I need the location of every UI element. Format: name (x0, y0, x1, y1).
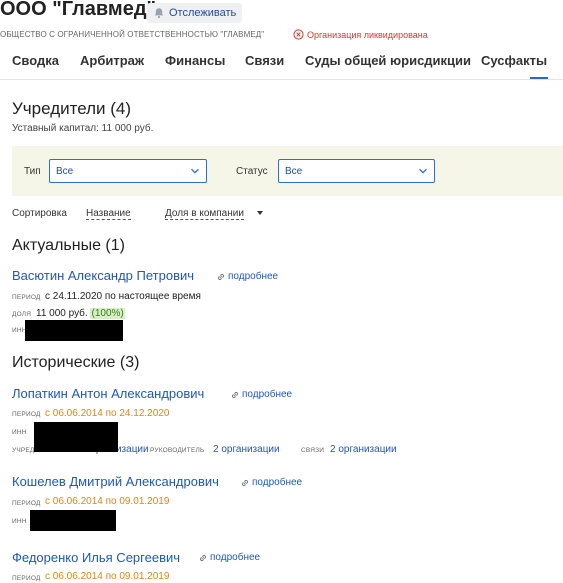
period-label: период (12, 411, 41, 418)
more-link-text: подробнее (242, 389, 293, 400)
status-badge: Организация ликвидирована (293, 29, 428, 40)
bell-icon (154, 8, 164, 19)
period-value: с 06.06.2014 по 09.01.2019 (45, 496, 170, 507)
share-label: доля (12, 311, 32, 318)
more-link-text: подробнее (228, 271, 279, 282)
caret-down-icon[interactable] (257, 211, 263, 215)
chevron-down-icon (419, 168, 427, 174)
link-icon (241, 479, 249, 486)
tab-facts[interactable]: Сусфакты (481, 53, 547, 68)
x-circle-icon (293, 29, 304, 40)
follow-label: Отслеживать (169, 7, 237, 19)
more-link[interactable]: подробнее (240, 477, 302, 488)
founders-title: Учредители (4) (12, 99, 132, 118)
more-link[interactable]: подробнее (198, 552, 260, 563)
period-label: период (12, 500, 41, 507)
person-name[interactable]: Васютин Александр Петрович (12, 268, 194, 283)
tab-connections[interactable]: Связи (245, 53, 284, 68)
more-link[interactable]: подробнее (230, 389, 292, 400)
chevron-down-icon (191, 168, 199, 174)
type-filter-label: Тип (24, 166, 41, 177)
person-name[interactable]: Федоренко Илья Сергеевич (12, 550, 180, 565)
link-icon (231, 391, 239, 398)
link-icon (199, 554, 207, 561)
current-group-title: Актуальные (1) (12, 237, 125, 254)
org-title: ООО "Главмед" (0, 0, 157, 20)
redacted-inn (25, 320, 123, 341)
period-value: с 06.06.2014 по 09.01.2019 (45, 571, 170, 582)
inn-label: инн (12, 518, 27, 525)
links-label: связи (301, 447, 325, 454)
historical-group-title: Исторические (3) (12, 354, 140, 371)
type-select[interactable]: Все (49, 159, 207, 183)
tab-bar: Сводка Арбитраж Финансы Связи Суды общей… (0, 44, 563, 80)
follow-button[interactable]: Отслеживать (147, 3, 243, 23)
tab-finance[interactable]: Финансы (165, 53, 225, 68)
page-header: ООО "Главмед" Отслеживать ОБЩЕСТВО С ОГР… (0, 0, 563, 80)
redacted-inn (30, 510, 116, 531)
type-select-value: Все (56, 165, 74, 177)
status-select-value: Все (285, 165, 303, 177)
links-orgs-link[interactable]: 2 организации (330, 444, 397, 455)
sort-by-share[interactable]: Доля в компании (165, 208, 244, 220)
tab-general-courts[interactable]: Суды общей юрисдикции (305, 53, 471, 68)
more-link-text: подробнее (252, 477, 303, 488)
more-link[interactable]: подробнее (216, 271, 278, 282)
director-label: руководитель (150, 447, 205, 454)
person-name[interactable]: Лопаткин Антон Александрович (12, 386, 204, 401)
tab-summary[interactable]: Сводка (12, 53, 59, 68)
org-full-name: ОБЩЕСТВО С ОГРАНИЧЕННОЙ ОТВЕТСТВЕННОСТЬЮ… (0, 30, 265, 39)
link-icon (217, 273, 225, 280)
share-amount: 11 000 руб. (36, 308, 88, 319)
period-value: с 24.11.2020 по настоящее время (45, 291, 201, 302)
sort-label: Сортировка (12, 208, 67, 219)
share-value: 11 000 руб. (100%) (36, 308, 125, 319)
status-text: Организация ликвидирована (307, 29, 428, 40)
tab-arbitration[interactable]: Арбитраж (80, 53, 144, 68)
period-label: период (12, 294, 41, 301)
status-filter-label: Статус (236, 166, 268, 177)
share-percent: (100%) (90, 308, 125, 319)
filter-panel: Тип Все Статус Все (12, 146, 563, 196)
director-orgs-link[interactable]: 2 организации (213, 444, 280, 455)
tab-active-indicator (530, 77, 548, 79)
status-select[interactable]: Все (278, 159, 435, 183)
period-value: с 06.06.2014 по 24.12.2020 (45, 408, 170, 419)
more-link-text: подробнее (210, 552, 261, 563)
person-name[interactable]: Кошелев Дмитрий Александрович (12, 474, 219, 489)
sort-by-name[interactable]: Название (86, 208, 131, 220)
redacted-inn (34, 422, 118, 452)
charter-capital: Уставный капитал: 11 000 руб. (12, 123, 154, 134)
inn-label: инн (12, 429, 27, 436)
period-label: период (12, 575, 41, 582)
